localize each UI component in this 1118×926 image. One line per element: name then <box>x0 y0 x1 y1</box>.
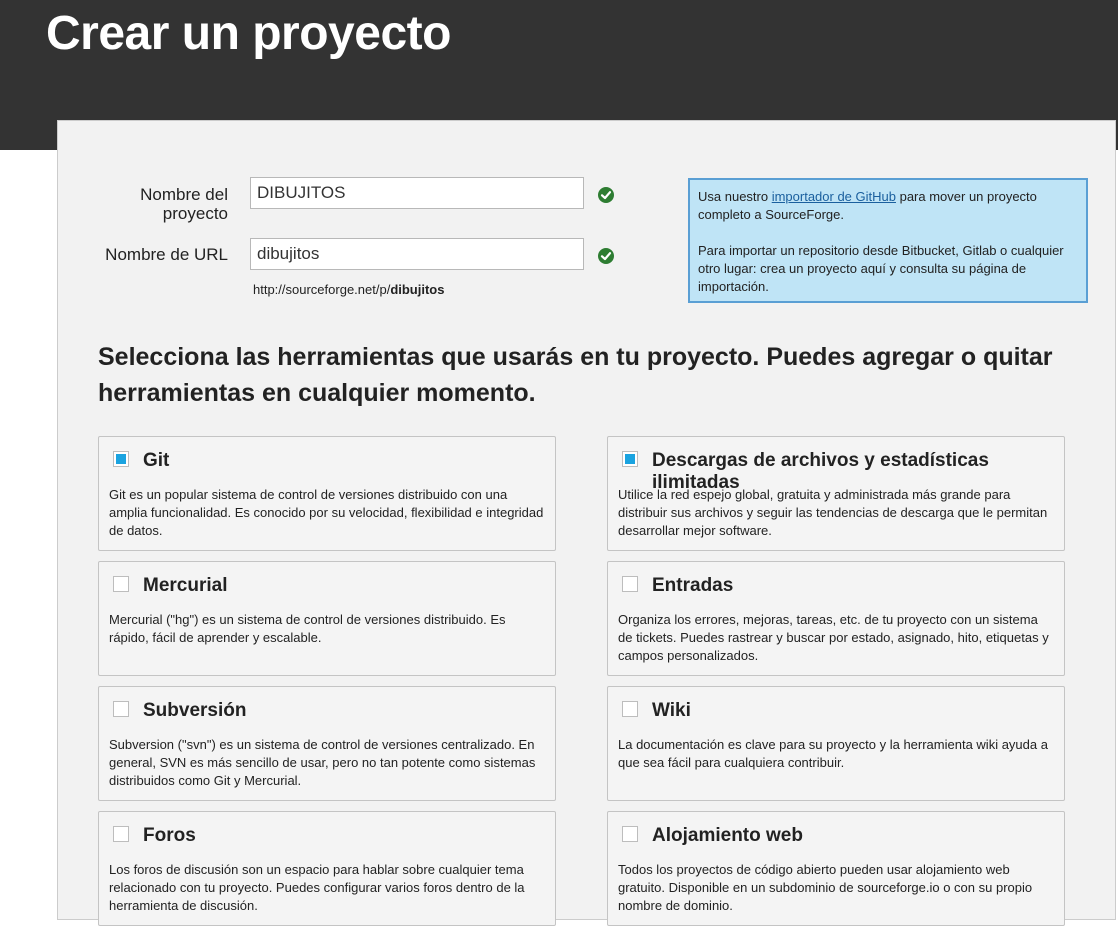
tool-description: Git es un popular sistema de control de … <box>109 487 544 538</box>
github-importer-link[interactable]: importador de GitHub <box>772 189 896 204</box>
tools-heading: Selecciona las herramientas que usarás e… <box>98 343 1053 407</box>
tool-card-git[interactable]: Git Git es un popular sistema de control… <box>98 436 556 551</box>
tool-checkbox[interactable] <box>113 701 129 717</box>
url-name-input[interactable] <box>250 238 584 270</box>
tool-checkbox[interactable] <box>622 826 638 842</box>
tool-checkbox[interactable] <box>113 576 129 592</box>
import-info-box: Usa nuestro importador de GitHub para mo… <box>688 178 1088 303</box>
tool-description: Organiza los errores, mejoras, tareas, e… <box>618 612 1049 663</box>
tool-title: Alojamiento web <box>652 825 803 846</box>
info-paragraph-other: Para importar un repositorio desde Bitbu… <box>698 243 1064 294</box>
tool-title: Wiki <box>652 700 691 721</box>
tool-description: Los foros de discusión son un espacio pa… <box>109 862 525 913</box>
tool-card-mercurial[interactable]: Mercurial Mercurial ("hg") es un sistema… <box>98 561 556 676</box>
tool-card-downloads[interactable]: Descargas de archivos y estadísticas ili… <box>607 436 1065 551</box>
create-project-panel: Nombre del proyecto Nombre de URL http:/… <box>57 120 1116 926</box>
valid-check-icon <box>598 248 614 264</box>
tool-description: La documentación es clave para su proyec… <box>618 737 1048 770</box>
tool-title: Git <box>143 450 170 471</box>
url-slug: dibujitos <box>390 282 445 297</box>
url-name-label: Nombre de URL <box>105 245 228 264</box>
info-paragraph-github: Usa nuestro importador de GitHub para mo… <box>698 188 1078 224</box>
tool-card-forums[interactable]: Foros Los foros de discusión son un espa… <box>98 811 556 926</box>
url-prefix: http://sourceforge.net/p/ <box>253 282 391 297</box>
tool-card-tickets[interactable]: Entradas Organiza los errores, mejoras, … <box>607 561 1065 676</box>
tool-title: Foros <box>143 825 196 846</box>
info-text: Usa nuestro <box>698 189 772 204</box>
tool-title: Mercurial <box>143 575 228 596</box>
tool-title: Entradas <box>652 575 734 596</box>
tool-description: Subversion ("svn") es un sistema de cont… <box>109 737 536 788</box>
project-name-input[interactable] <box>250 177 584 209</box>
url-preview: http://sourceforge.net/p/dibujitos <box>253 282 444 297</box>
tool-checkbox[interactable] <box>622 451 638 467</box>
tool-checkbox[interactable] <box>113 451 129 467</box>
tool-card-web-hosting[interactable]: Alojamiento web Todos los proyectos de c… <box>607 811 1065 926</box>
project-name-label: Nombre del proyecto <box>140 185 228 223</box>
tool-checkbox[interactable] <box>622 701 638 717</box>
page-title: Crear un proyecto <box>46 7 451 60</box>
tool-title: Subversión <box>143 700 247 721</box>
tool-card-subversion[interactable]: Subversión Subversion ("svn") es un sist… <box>98 686 556 801</box>
valid-check-icon <box>598 187 614 203</box>
tool-card-wiki[interactable]: Wiki La documentación es clave para su p… <box>607 686 1065 801</box>
tool-description: Utilice la red espejo global, gratuita y… <box>618 487 1048 538</box>
tool-description: Todos los proyectos de código abierto pu… <box>618 862 1033 913</box>
tool-checkbox[interactable] <box>622 576 638 592</box>
tool-checkbox[interactable] <box>113 826 129 842</box>
tool-description: Mercurial ("hg") es un sistema de contro… <box>109 612 506 645</box>
